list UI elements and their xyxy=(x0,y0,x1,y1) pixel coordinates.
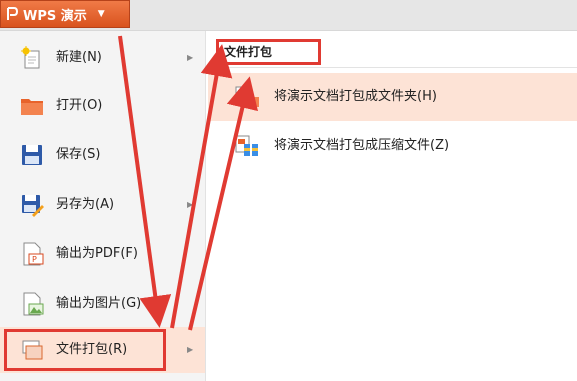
menu-item-label: 输出为图片(G) xyxy=(56,296,142,311)
folder-icon xyxy=(20,94,44,118)
app-title: WPS 演示 xyxy=(23,8,87,24)
menu-item-label: 打开(O) xyxy=(56,98,103,113)
new-document-icon xyxy=(20,46,44,70)
chevron-right-icon: ▶ xyxy=(187,200,194,209)
wps-logo-icon xyxy=(6,7,18,21)
submenu-header: 文件打包 xyxy=(216,39,321,65)
menu-item-label: 输出为PDF(F) xyxy=(56,246,138,261)
menu-item-label: 新建(N) xyxy=(56,50,102,65)
submenu-item-package-zip[interactable]: 将演示文档打包成压缩文件(Z) xyxy=(208,122,577,170)
annotation-highlight-box xyxy=(4,329,166,371)
wps-menu-button[interactable]: WPS 演示 ▼ xyxy=(0,0,130,28)
chevron-down-icon: ▼ xyxy=(97,9,105,19)
chevron-right-icon: ▶ xyxy=(187,345,194,354)
menu-item-export-pdf[interactable]: P 输出为PDF(F) xyxy=(0,231,205,277)
package-folder-icon xyxy=(234,85,260,109)
submenu-item-label: 将演示文档打包成压缩文件(Z) xyxy=(274,138,450,153)
submenu-item-label: 将演示文档打包成文件夹(H) xyxy=(274,89,437,104)
svg-text:P: P xyxy=(32,255,37,264)
file-menu-left-pane: 新建(N) ▶ 打开(O) 保存(S) 另存为(A) ▶ P 输出为PDF(F)… xyxy=(0,31,206,381)
menu-item-label: 保存(S) xyxy=(56,147,101,162)
menu-item-export-image[interactable]: 输出为图片(G) xyxy=(0,281,205,327)
menu-item-label: 另存为(A) xyxy=(56,197,115,212)
chevron-right-icon: ▶ xyxy=(187,53,194,62)
file-menu: 新建(N) ▶ 打开(O) 保存(S) 另存为(A) ▶ P 输出为PDF(F)… xyxy=(0,30,577,381)
menu-item-save-as[interactable]: 另存为(A) ▶ xyxy=(0,182,205,228)
menu-item-open[interactable]: 打开(O) xyxy=(0,83,205,129)
divider xyxy=(208,67,577,68)
menu-item-save[interactable]: 保存(S) xyxy=(0,132,205,178)
image-icon xyxy=(20,292,44,316)
save-as-icon xyxy=(20,193,44,217)
save-icon xyxy=(20,143,44,167)
menu-item-new[interactable]: 新建(N) ▶ xyxy=(0,35,205,81)
title-bar: WPS 演示 ▼ xyxy=(0,0,577,30)
submenu-item-package-folder[interactable]: 将演示文档打包成文件夹(H) xyxy=(208,73,577,121)
pdf-icon: P xyxy=(20,242,44,266)
package-zip-icon xyxy=(234,134,260,158)
